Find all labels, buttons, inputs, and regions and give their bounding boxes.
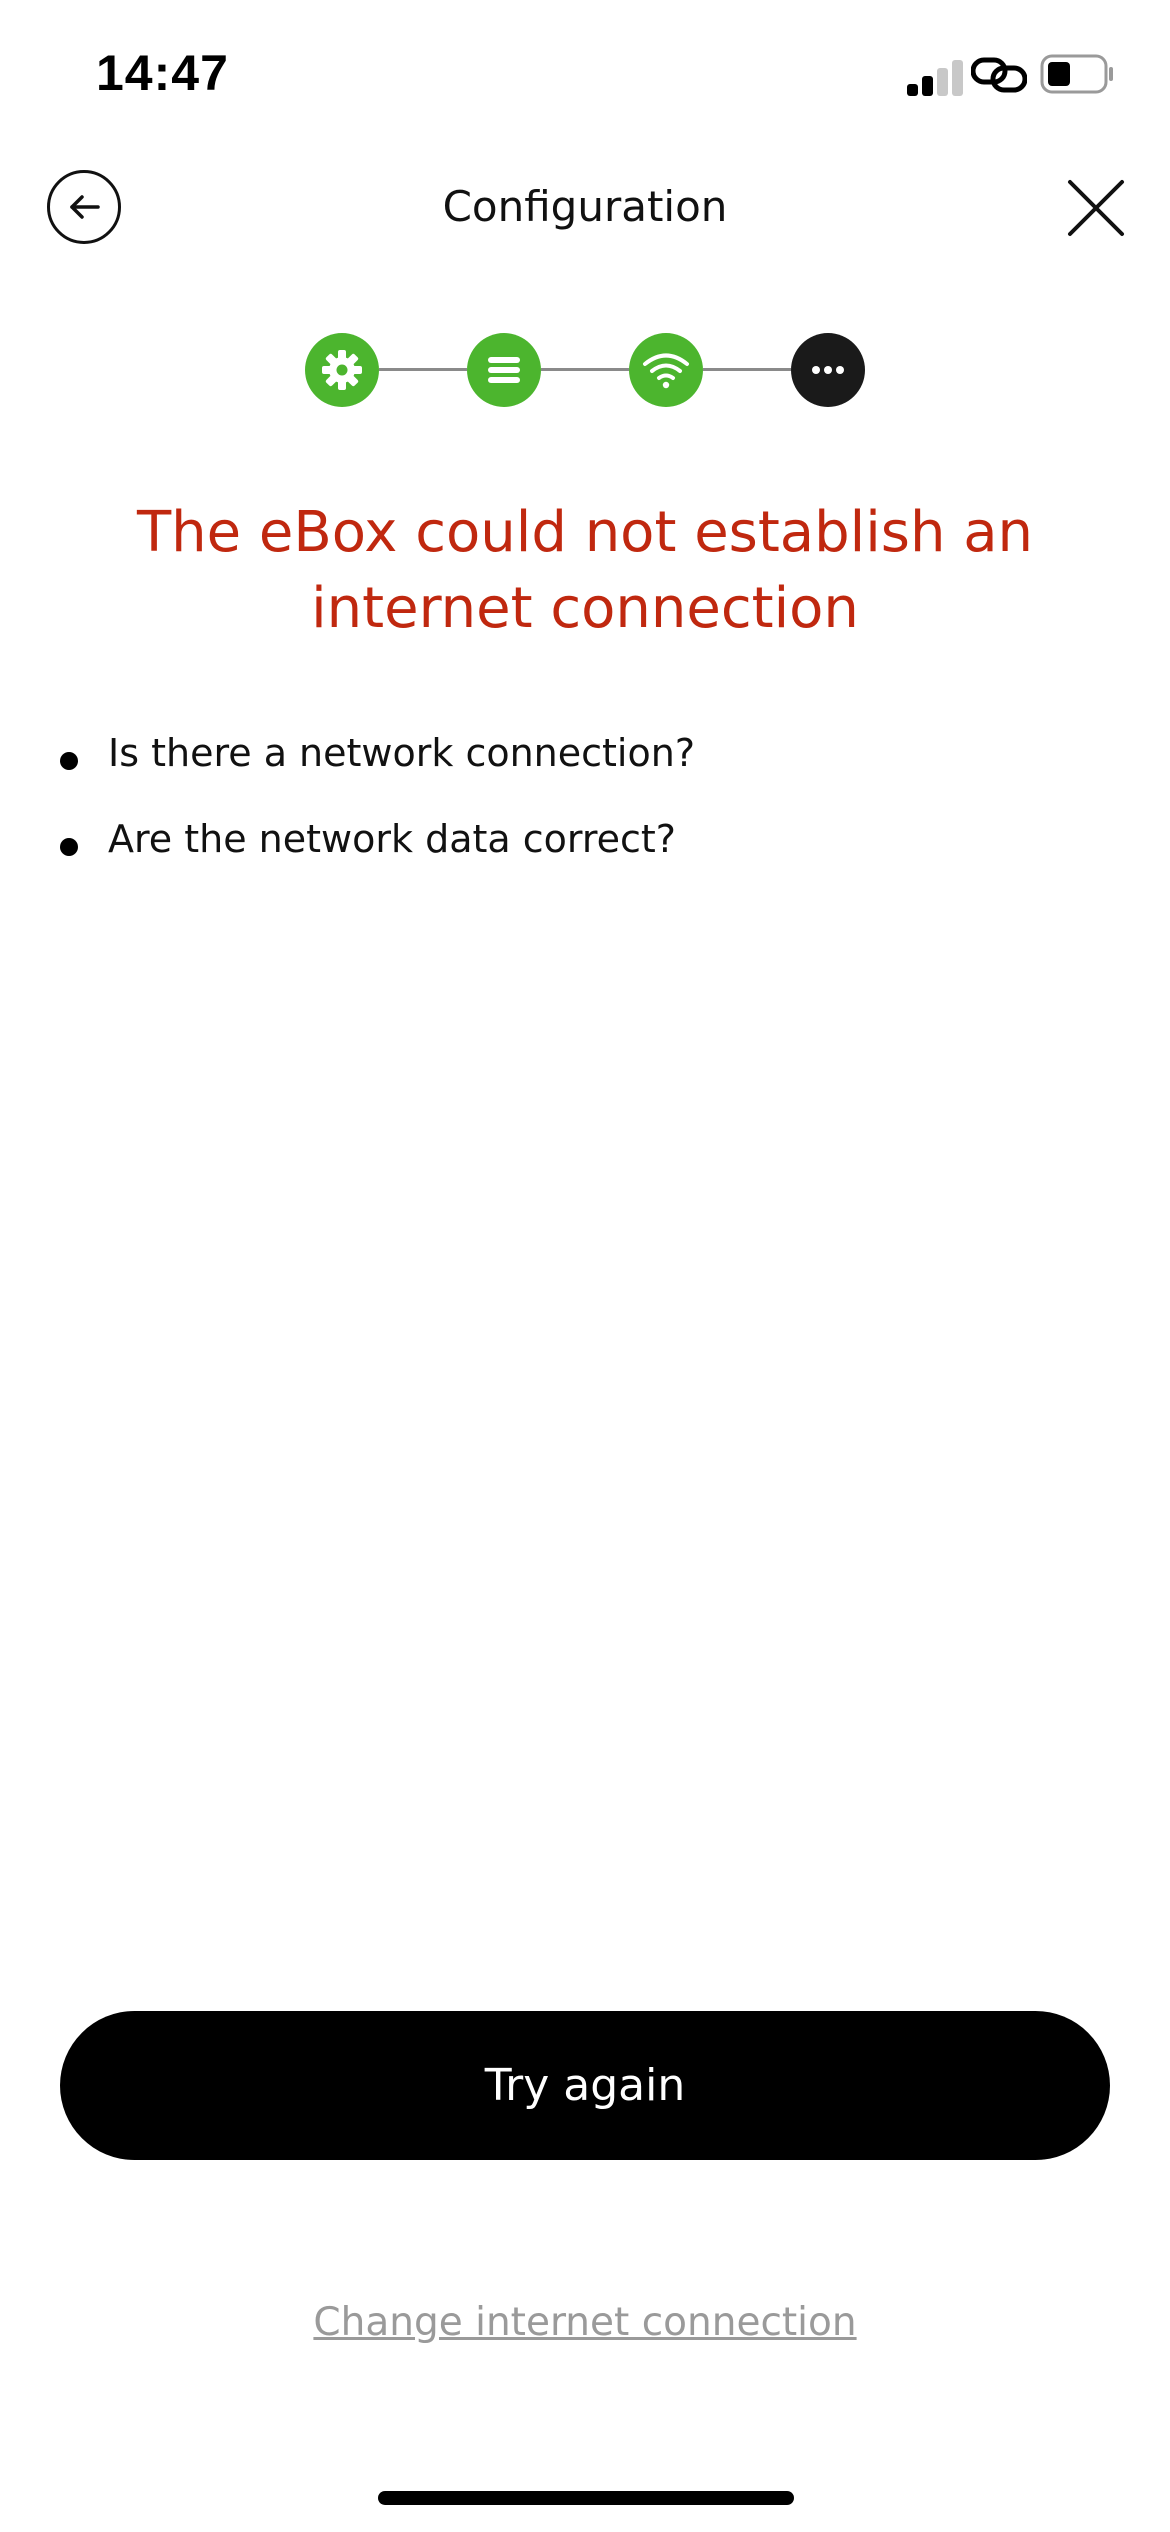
close-icon (1068, 180, 1124, 236)
list-item-text: Are the network data correct? (108, 817, 676, 861)
nav-bar: Configuration (0, 150, 1170, 270)
bullet-icon (60, 838, 78, 856)
list-icon (488, 357, 520, 383)
error-title-line: internet connection (311, 576, 859, 641)
status-time: 14:47 (96, 45, 229, 101)
error-title: The eBox could not establish an internet… (100, 495, 1070, 647)
more-dots-icon (812, 366, 844, 374)
list-item: Are the network data correct? (56, 808, 1116, 894)
battery-icon (1040, 52, 1114, 96)
status-bar: 14:47 (0, 0, 1170, 140)
progress-stepper (305, 333, 865, 407)
list-item: Is there a network connection? (56, 722, 1116, 808)
try-again-button[interactable]: Try again (60, 2011, 1110, 2160)
close-button[interactable] (1066, 178, 1126, 238)
wifi-icon (643, 353, 689, 389)
step-settings (305, 333, 379, 407)
gear-icon (322, 350, 362, 390)
change-internet-connection-link[interactable]: Change internet connection (0, 2300, 1170, 2345)
signal-icon (907, 56, 963, 96)
bullet-icon (60, 752, 78, 770)
step-details (467, 333, 541, 407)
troubleshooting-list: Is there a network connection? Are the n… (56, 722, 1116, 894)
home-indicator (378, 2491, 794, 2505)
step-finish (791, 333, 865, 407)
page-title: Configuration (442, 182, 728, 231)
list-item-text: Is there a network connection? (108, 731, 695, 775)
link-icon (970, 52, 1028, 98)
step-wifi (629, 333, 703, 407)
error-title-line: The eBox could not establish an (136, 500, 1034, 565)
step-connector (703, 368, 791, 371)
step-connector (379, 368, 467, 371)
step-connector (541, 368, 629, 371)
